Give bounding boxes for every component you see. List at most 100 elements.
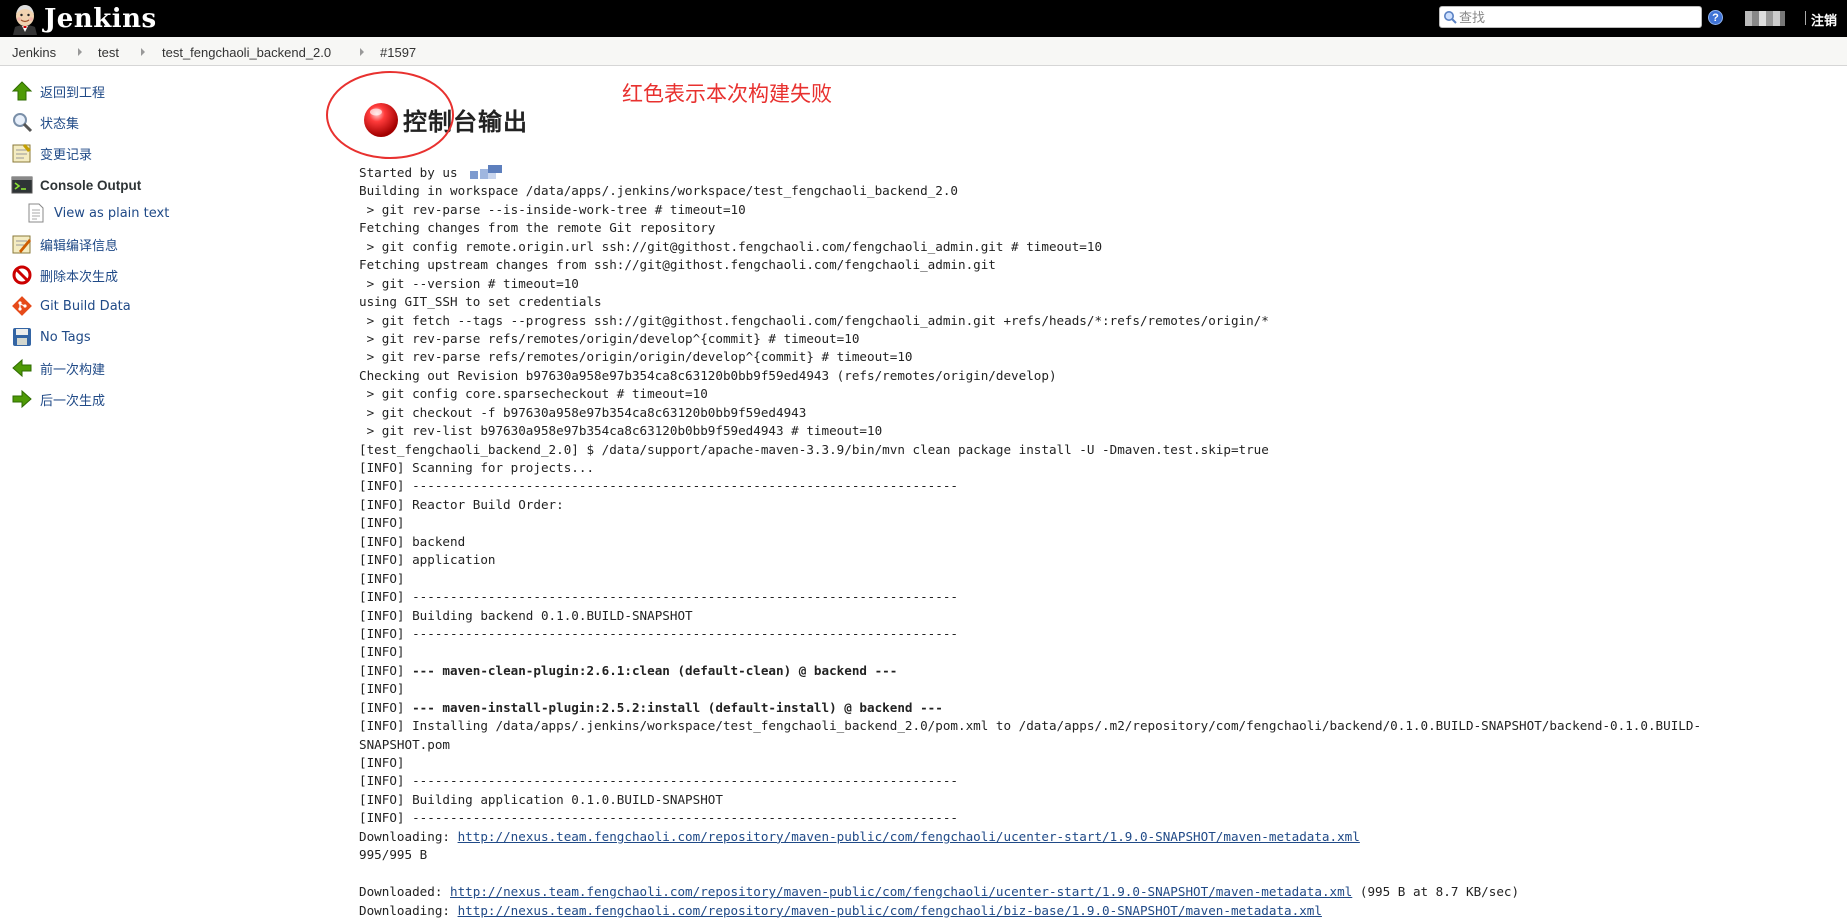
console-line-text: [INFO] (359, 515, 405, 531)
console-line: [INFO] Building backend 0.1.0.BUILD-SNAP… (359, 607, 1819, 625)
console-line: SNAPSHOT.pom (359, 736, 1819, 754)
console-line-text: [INFO] (359, 681, 405, 697)
breadcrumb-build[interactable]: #1597 (380, 45, 416, 60)
console-line: [INFO] ---------------------------------… (359, 477, 1819, 495)
console-line: Started by us (359, 164, 1819, 182)
console-line: [INFO] (359, 570, 1819, 588)
console-line-prefix: Downloading: (359, 902, 458, 918)
sidebar-item-previous-build[interactable]: 前一次构建 (11, 357, 105, 379)
sidebar-item-label: 状态集 (40, 116, 80, 132)
console-line-text: > git config core.sparsecheckout # timeo… (359, 386, 708, 402)
sidebar-item-next-build[interactable]: 后一次生成 (11, 388, 105, 410)
console-line: Downloading: http://nexus.team.fengchaol… (359, 828, 1819, 846)
console-line: [INFO] Building application 0.1.0.BUILD-… (359, 791, 1819, 809)
console-line: [test_fengchaoli_backend_2.0] $ /data/su… (359, 441, 1819, 459)
sidebar-item-label: 变更记录 (40, 147, 93, 163)
console-line-prefix: Downloading: (359, 828, 458, 844)
console-line: Fetching changes from the remote Git rep… (359, 219, 1819, 237)
console-line: > git config remote.origin.url ssh://git… (359, 238, 1819, 256)
console-line: > git --version # timeout=10 (359, 275, 1819, 293)
console-line-bold: --- maven-install-plugin:2.5.2:install (… (412, 699, 943, 715)
search-input[interactable] (1459, 8, 1699, 26)
sidebar-item-plain-text[interactable]: View as plain text (25, 202, 169, 224)
console-line-text: [INFO] application (359, 552, 496, 568)
breadcrumb-jenkins[interactable]: Jenkins (12, 45, 56, 60)
sidebar-item-changes[interactable]: 变更记录 (11, 142, 92, 164)
help-icon[interactable]: ? (1708, 10, 1723, 25)
console-line-text: > git rev-parse --is-inside-work-tree # … (359, 201, 746, 217)
console-line: [INFO] (359, 643, 1819, 661)
console-line: Fetching upstream changes from ssh://git… (359, 256, 1819, 274)
console-line-link[interactable]: http://nexus.team.fengchaoli.com/reposit… (458, 829, 1360, 844)
git-icon (11, 295, 33, 317)
sidebar-item-label: 删除本次生成 (40, 269, 119, 285)
console-line: [INFO] ---------------------------------… (359, 772, 1819, 790)
console-line: [INFO] Scanning for projects... (359, 459, 1819, 477)
console-line: [INFO] --- maven-clean-plugin:2.6.1:clea… (359, 662, 1819, 680)
breadcrumb-test[interactable]: test (98, 45, 119, 60)
console-line: > git rev-parse --is-inside-work-tree # … (359, 201, 1819, 219)
sidebar-item-label: 前一次构建 (40, 362, 106, 378)
user-avatar-redacted[interactable] (1745, 11, 1787, 26)
console-line-text: 995/995 B (359, 847, 428, 863)
console-line-text: > git rev-list b97630a958e97b354ca8c6312… (359, 423, 883, 439)
console-line: Downloading: http://nexus.team.fengchaol… (359, 902, 1819, 920)
sidebar-item-label: Git Build Data (40, 298, 131, 314)
console-line: [INFO] backend (359, 533, 1819, 551)
page-header: Jenkins ? 注销 (0, 0, 1847, 37)
sidebar-item-status[interactable]: 状态集 (11, 111, 79, 133)
console-line: [INFO] (359, 754, 1819, 772)
sidebar-item-label: View as plain text (54, 205, 170, 221)
console-line: [INFO] Reactor Build Order: (359, 496, 1819, 514)
console-line-text: [INFO] Building backend 0.1.0.BUILD-SNAP… (359, 607, 693, 623)
breadcrumb-job[interactable]: test_fengchaoli_backend_2.0 (162, 45, 331, 60)
console-line-text: [INFO] backend (359, 533, 466, 549)
right-arrow-icon (11, 388, 33, 410)
search-icon (1444, 11, 1457, 24)
console-line-prefix: [INFO] (359, 699, 413, 715)
console-line: [INFO] (359, 680, 1819, 698)
sidebar-item-delete-build[interactable]: 删除本次生成 (11, 264, 118, 286)
console-line: [INFO] ---------------------------------… (359, 588, 1819, 606)
sidebar-item-edit-build-info[interactable]: 编辑编译信息 (11, 233, 118, 255)
console-line-text: [test_fengchaoli_backend_2.0] $ /data/su… (359, 441, 1269, 457)
console-line-link[interactable]: http://nexus.team.fengchaoli.com/reposit… (458, 903, 1322, 918)
console-line: [INFO] ---------------------------------… (359, 625, 1819, 643)
left-arrow-icon (11, 357, 33, 379)
logout-separator (1805, 11, 1806, 25)
console-line-text: [INFO] Building application 0.1.0.BUILD-… (359, 791, 723, 807)
sidebar-item-console-output[interactable]: Console Output (11, 174, 141, 196)
sidebar-item-git-build-data[interactable]: Git Build Data (11, 295, 131, 317)
terminal-icon (11, 174, 33, 196)
console-line-text: [INFO] Scanning for projects... (359, 460, 595, 475)
logout-link[interactable]: 注销 (1811, 10, 1837, 29)
search-box[interactable] (1439, 6, 1702, 28)
console-line-text: [INFO] ---------------------------------… (359, 625, 958, 641)
console-line-link[interactable]: http://nexus.team.fengchaoli.com/reposit… (450, 884, 1352, 899)
console-line-text: using GIT_SSH to set credentials (359, 294, 602, 310)
console-line: [INFO] (359, 514, 1819, 532)
console-line-text: > git --version # timeout=10 (359, 275, 579, 291)
no-entry-icon (11, 264, 33, 286)
breadcrumb-separator-icon (360, 48, 364, 56)
console-line-text: Fetching changes from the remote Git rep… (359, 220, 716, 236)
console-line: Building in workspace /data/apps/.jenkin… (359, 182, 1819, 200)
console-line: > git fetch --tags --progress ssh://git@… (359, 312, 1819, 330)
notepad-icon (11, 142, 33, 164)
console-line-bold: --- maven-clean-plugin:2.6.1:clean (defa… (412, 662, 898, 678)
console-line-text: > git config remote.origin.url ssh://git… (359, 238, 1103, 254)
console-line: [INFO] --- maven-install-plugin:2.5.2:in… (359, 699, 1819, 717)
console-line-text: > git fetch --tags --progress ssh://git@… (359, 312, 1269, 328)
sidebar-item-label: 后一次生成 (40, 393, 106, 409)
jenkins-logo[interactable]: Jenkins (10, 2, 157, 35)
sidebar-item-label: No Tags (40, 329, 91, 345)
sidebar-item-no-tags[interactable]: No Tags (11, 326, 91, 348)
console-line-suffix: (995 B at 8.7 KB/sec) (1352, 884, 1520, 900)
console-line-prefix: Downloaded: (359, 884, 450, 900)
up-arrow-icon (11, 80, 33, 102)
console-line: > git rev-parse refs/remotes/origin/orig… (359, 348, 1819, 366)
console-line-text: [INFO] Installing /data/apps/.jenkins/wo… (359, 718, 1702, 734)
sidebar-item-back-to-project[interactable]: 返回到工程 (11, 80, 105, 102)
console-line-text: [INFO] ---------------------------------… (359, 478, 958, 494)
